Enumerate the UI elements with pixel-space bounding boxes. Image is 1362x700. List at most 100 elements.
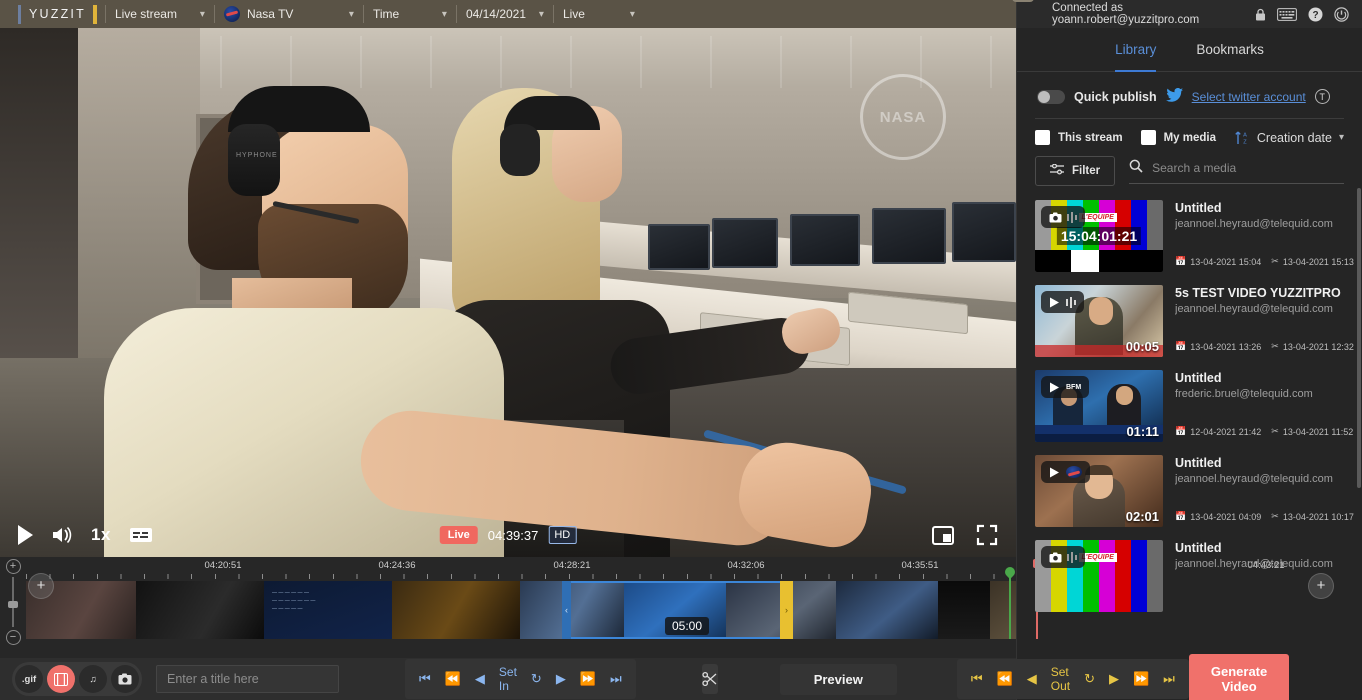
filter-button[interactable]: Filter [1035,156,1115,186]
selection-out-handle[interactable]: › [780,581,793,639]
ruler-label: 04:24:36 [379,560,416,571]
jump-start-icon[interactable]: ⏮ [419,671,431,687]
format-audio-button[interactable]: ♫ [79,665,107,693]
rewind-icon[interactable]: ⏪ [997,671,1013,687]
media-filters: This stream My media AZ Creation date ▾ … [1017,119,1362,186]
picture-in-picture-icon[interactable] [932,526,954,545]
select-channel[interactable]: Nasa TV ▾ [215,0,363,28]
play-icon [1049,382,1061,393]
sort-dropdown[interactable]: AZ Creation date ▾ [1234,130,1344,145]
ruler-label: 04:35:51 [902,560,939,571]
loop-icon[interactable]: ↻ [531,671,542,687]
zoom-out-button[interactable]: − [6,630,21,645]
set-in-button[interactable]: Set In [499,665,517,693]
audio-bars-icon [1067,552,1077,563]
search-box[interactable] [1129,159,1344,184]
sort-az-icon: AZ [1234,130,1250,145]
list-item[interactable]: BFM 01:11 Untitled frederic.bruel@telequ… [1017,364,1362,449]
jump-start-icon[interactable]: ⏮ [971,671,983,687]
media-created: 📅13-04-2021 15:04 [1175,256,1261,267]
filmstrip-segment[interactable] [990,581,1016,639]
ruler-label: 04:32:06 [728,560,765,571]
top-bar: YUZZIT PRO Live stream ▾ Nasa TV ▾ Time … [0,0,1016,28]
sort-label: Creation date [1257,131,1332,145]
filmstrip-segment[interactable] [938,581,990,639]
svg-text:Z: Z [1243,140,1247,146]
select-time-mode[interactable]: Time ▾ [364,0,456,28]
output-format-group: .gif ♫ [12,662,142,696]
list-item[interactable]: L'EQUIPE Untitled jeannoel.heyraud@teleq… [1017,534,1362,619]
video-player-stage[interactable]: HYPHONE NASA 1x [0,28,1016,557]
search-input[interactable] [1152,161,1344,175]
lock-icon[interactable] [1255,8,1266,21]
fullscreen-icon[interactable] [976,524,998,546]
volume-icon[interactable] [51,526,73,544]
calendar-icon: 📅 [1175,511,1186,522]
media-thumbnail[interactable]: 00:05 [1035,285,1163,357]
tab-bookmarks[interactable]: Bookmarks [1196,28,1264,72]
media-owner: jeannoel.heyraud@telequid.com [1175,218,1352,230]
tab-library[interactable]: Library [1115,28,1156,72]
zoom-slider-track[interactable] [12,577,14,627]
select-twitter-account-link[interactable]: Select twitter account [1192,90,1306,104]
playback-speed-button[interactable]: 1x [91,525,111,545]
help-icon[interactable]: ? [1308,7,1323,22]
media-thumbnail[interactable]: 02:01 [1035,455,1163,527]
format-video-button[interactable] [47,665,75,693]
format-photo-button[interactable] [111,665,139,693]
scissors-icon[interactable] [702,664,718,694]
play-icon[interactable] [18,525,33,545]
zoom-slider-thumb[interactable] [8,601,18,608]
select-stream-mode[interactable]: Live stream ▾ [106,0,214,28]
timeline-filmstrip[interactable]: — — — — — —— — — — — — —— — — — — [26,581,1016,639]
selection-in-handle[interactable]: ‹ [562,581,571,639]
keyboard-icon[interactable] [1277,8,1297,21]
add-clip-left-button[interactable]: + [28,573,54,599]
filmstrip-segment[interactable] [392,581,520,639]
play-in-icon[interactable]: ▶ [556,671,566,687]
media-thumbnail[interactable]: L'EQUIPE [1035,540,1163,612]
checkbox-my-media[interactable] [1141,130,1156,145]
clip-title-input[interactable] [156,665,339,693]
quick-publish-toggle[interactable] [1037,90,1065,104]
quality-badge[interactable]: HD [548,526,576,544]
power-icon[interactable] [1334,7,1349,22]
media-thumbnail[interactable]: L'EQUIPE 15:04:01:21 [1035,200,1163,272]
filmstrip-segment[interactable] [836,581,938,639]
media-list-scrollbar[interactable] [1357,188,1361,488]
select-date-value: 04/14/2021 [466,7,526,21]
video-frame: HYPHONE NASA [0,28,1016,557]
timeline-marker[interactable] [1009,575,1011,639]
jump-end-icon[interactable]: ⏭ [610,671,622,687]
live-badge: Live [440,526,478,544]
checkbox-this-stream[interactable] [1035,130,1050,145]
timeline[interactable]: + − 04:20:51 04:24:36 04:28:21 04:32:06 … [0,557,1016,658]
list-item[interactable]: L'EQUIPE 15:04:01:21 Untitled jeannoel.h… [1017,194,1362,279]
filmstrip-segment[interactable] [136,581,264,639]
select-live-mode[interactable]: Live ▾ [554,0,644,28]
list-item[interactable]: 00:05 5s TEST VIDEO YUZZITPRO jeannoel.h… [1017,279,1362,364]
camera-icon [1049,552,1062,563]
format-gif-button[interactable]: .gif [15,665,43,693]
media-list[interactable]: L'EQUIPE 15:04:01:21 Untitled jeannoel.h… [1017,186,1362,700]
chevron-down-icon: ▾ [630,9,635,20]
preview-button[interactable]: Preview [780,664,897,695]
media-title: 5s TEST VIDEO YUZZITPRO [1175,286,1352,300]
timeline-ruler[interactable]: 04:20:51 04:24:36 04:28:21 04:32:06 04:3… [26,557,1016,581]
filter-icon [1050,164,1064,178]
subtitles-icon[interactable] [129,526,153,544]
select-date[interactable]: 04/14/2021 ▾ [457,0,553,28]
media-type-badge [1041,461,1090,483]
rewind-icon[interactable]: ⏪ [445,671,461,687]
fast-forward-icon[interactable]: ⏩ [580,671,596,687]
list-item[interactable]: 02:01 Untitled jeannoel.heyraud@telequid… [1017,449,1362,534]
twitter-account-badge[interactable]: T [1315,89,1330,104]
timeline-zoom-control[interactable]: + − [3,559,23,645]
app-logo[interactable]: YUZZIT PRO [0,5,105,24]
zoom-in-button[interactable]: + [6,559,21,574]
step-back-icon[interactable]: ◀ [475,671,485,687]
filmstrip-segment[interactable]: — — — — — —— — — — — — —— — — — — [264,581,392,639]
media-thumbnail[interactable]: BFM 01:11 [1035,370,1163,442]
media-owner: jeannoel.heyraud@telequid.com [1175,473,1352,485]
audio-bars-icon [1067,212,1077,223]
